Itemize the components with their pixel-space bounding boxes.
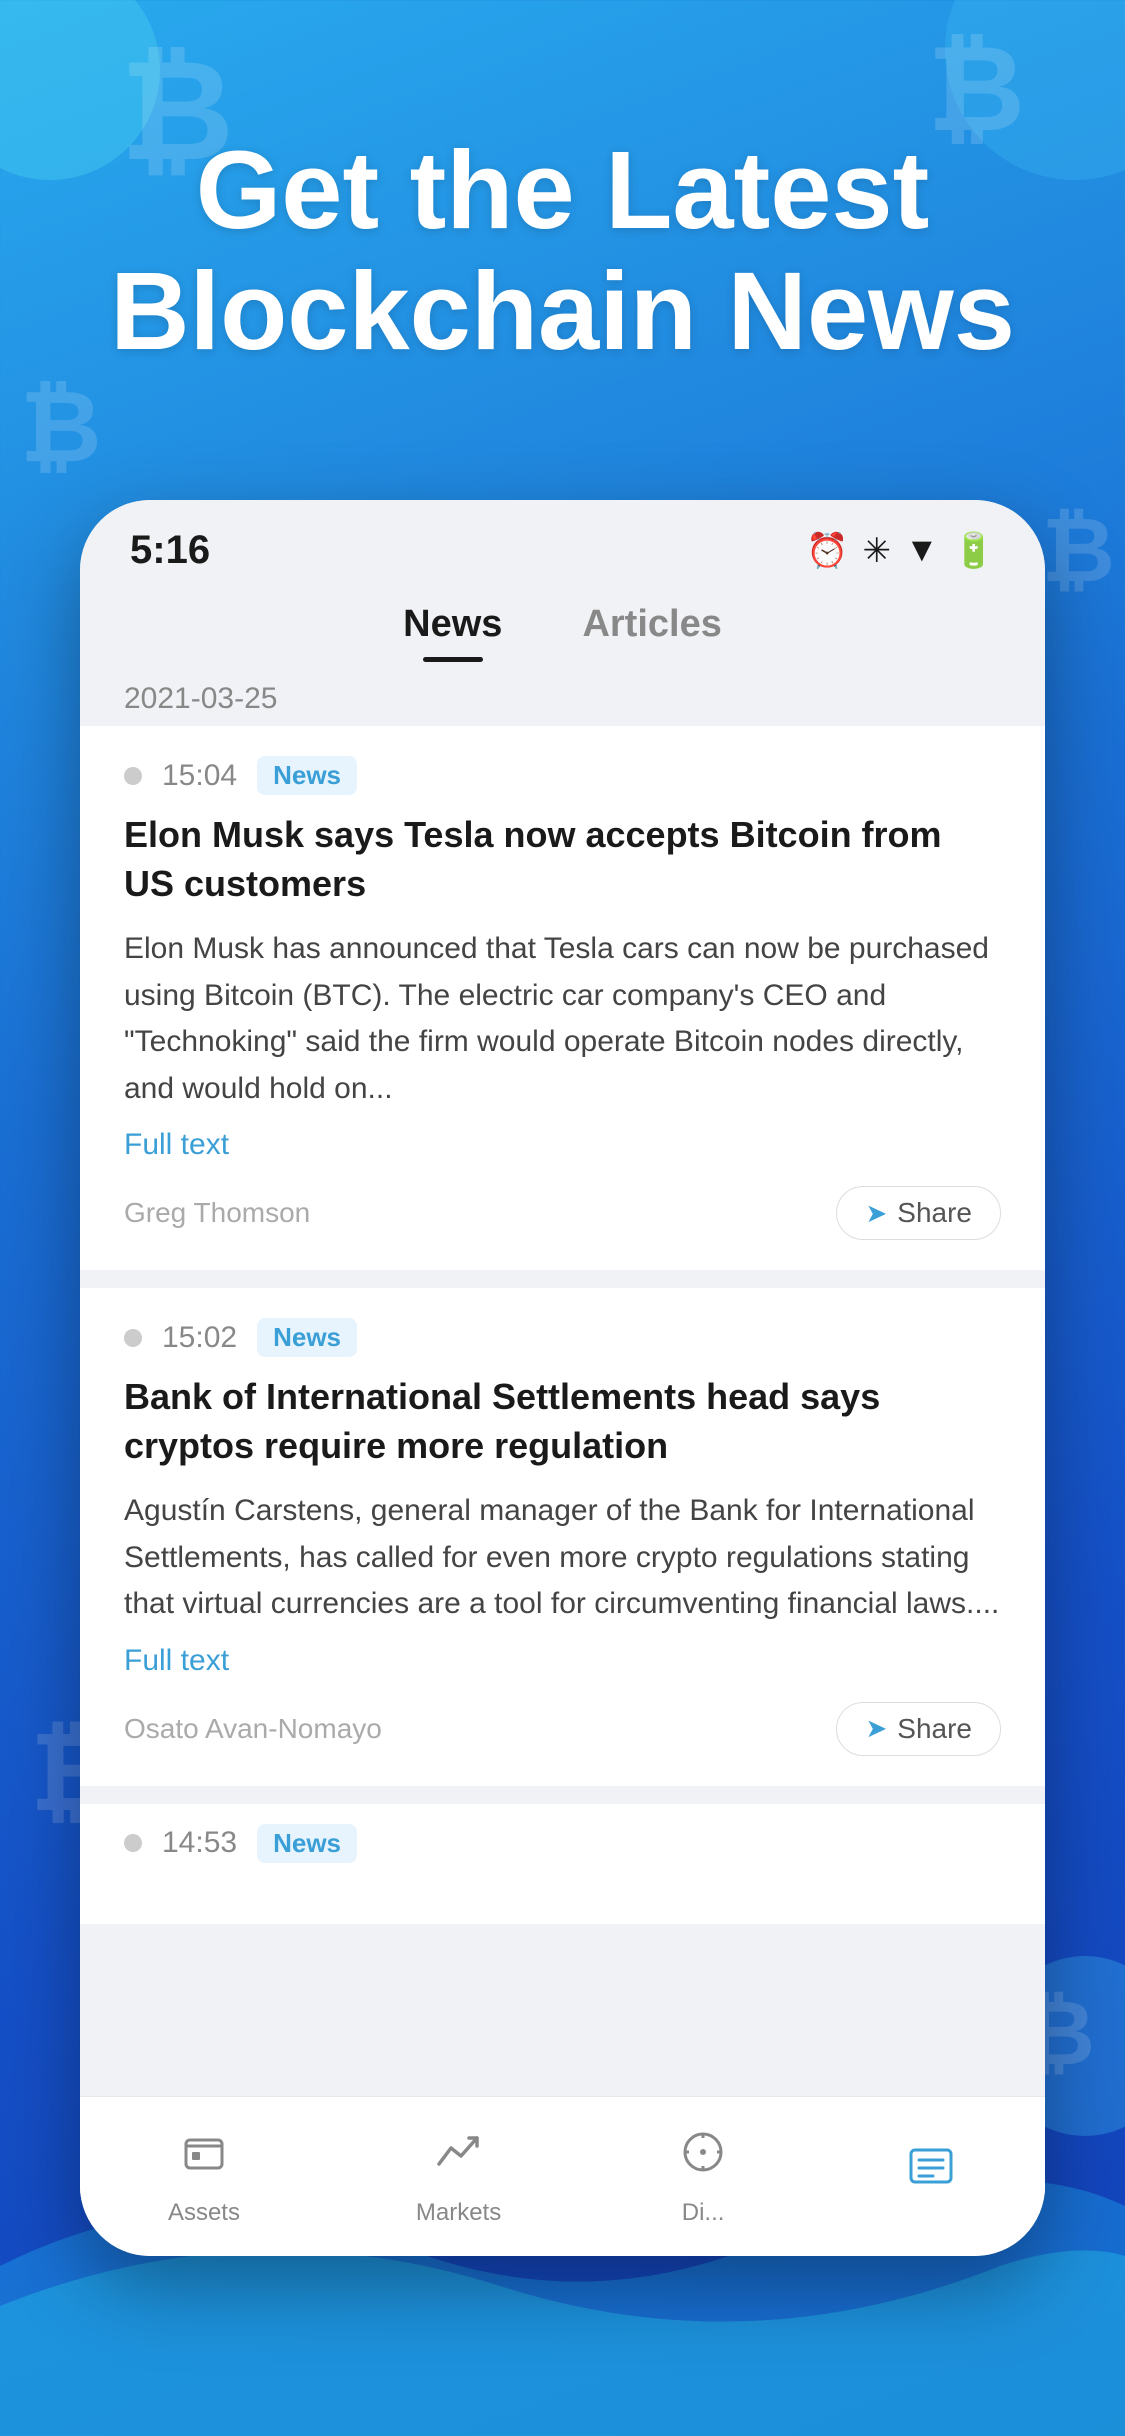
news-tag-2: News <box>257 1318 357 1357</box>
markets-label: Markets <box>416 2199 501 2227</box>
tab-news[interactable]: News <box>403 603 502 662</box>
bluetooth-icon: ✳ <box>863 531 892 571</box>
news-time-1: 15:04 <box>162 759 237 793</box>
news-dot-2 <box>124 1329 142 1347</box>
bg-icon-bitcoin-3: ₿ <box>20 370 102 485</box>
wifi-icon: ▼ <box>905 531 939 570</box>
discover-icon <box>677 2126 729 2191</box>
alarm-icon: ⏰ <box>806 531 848 571</box>
battery-icon: 🔋 <box>953 531 995 571</box>
hero-line1: Get the Latest <box>196 129 929 252</box>
hero-section: Get the Latest Blockchain News <box>0 130 1125 372</box>
hero-line2: Blockchain News <box>110 250 1015 373</box>
nav-news-tab[interactable] <box>905 2140 957 2213</box>
news-meta-1: 15:04 News <box>124 756 1001 795</box>
markets-icon <box>433 2126 485 2191</box>
status-icons: ⏰ ✳ ▼ 🔋 <box>806 531 995 571</box>
news-footer-2: Osato Avan-Nomayo ➤ Share <box>124 1702 1001 1756</box>
discover-label: Di... <box>682 2199 725 2227</box>
news-dot-1 <box>124 767 142 785</box>
news-meta-3: 14:53 News <box>124 1824 1001 1863</box>
news-fulltext-1[interactable]: Full text <box>124 1128 1001 1162</box>
news-body-1: Elon Musk has announced that Tesla cars … <box>124 926 1001 1112</box>
news-item-2: 15:02 News Bank of International Settlem… <box>80 1288 1045 1786</box>
share-button-2[interactable]: ➤ Share <box>836 1702 1001 1756</box>
news-item-3-partial: 14:53 News <box>80 1804 1045 1924</box>
news-tag-1: News <box>257 756 357 795</box>
bottom-nav: Assets Markets D <box>80 2096 1045 2256</box>
news-time-2: 15:02 <box>162 1321 237 1355</box>
bg-icon-bitcoin-4: ₿ <box>1042 500 1115 603</box>
news-title-2: Bank of International Settlements head s… <box>124 1373 1001 1470</box>
news-dot-3 <box>124 1834 142 1852</box>
news-item-1: 15:04 News Elon Musk says Tesla now acce… <box>80 726 1045 1270</box>
share-icon-1: ➤ <box>865 1198 887 1229</box>
status-bar: 5:16 ⏰ ✳ ▼ 🔋 <box>80 500 1045 583</box>
share-button-1[interactable]: ➤ Share <box>836 1186 1001 1240</box>
assets-label: Assets <box>168 2199 240 2227</box>
assets-icon <box>178 2126 230 2191</box>
tabs-bar: News Articles <box>80 583 1045 662</box>
status-time: 5:16 <box>130 528 210 573</box>
tab-articles[interactable]: Articles <box>582 603 721 662</box>
nav-markets[interactable]: Markets <box>416 2126 501 2227</box>
news-author-1: Greg Thomson <box>124 1197 310 1229</box>
news-time-3: 14:53 <box>162 1826 237 1860</box>
phone-mockup: 5:16 ⏰ ✳ ▼ 🔋 News Articles 2021-03-25 15… <box>80 500 1045 2256</box>
nav-assets[interactable]: Assets <box>168 2126 240 2227</box>
news-body-2: Agustín Carstens, general manager of the… <box>124 1488 1001 1628</box>
date-header: 2021-03-25 <box>80 662 1045 726</box>
content-area: 2021-03-25 15:04 News Elon Musk says Tes… <box>80 662 1045 2198</box>
news-footer-1: Greg Thomson ➤ Share <box>124 1186 1001 1240</box>
news-title-1: Elon Musk says Tesla now accepts Bitcoin… <box>124 811 1001 908</box>
news-tag-3: News <box>257 1824 357 1863</box>
news-author-2: Osato Avan-Nomayo <box>124 1713 382 1745</box>
nav-discover[interactable]: Di... <box>677 2126 729 2227</box>
hero-title: Get the Latest Blockchain News <box>60 130 1065 372</box>
share-icon-2: ➤ <box>865 1713 887 1744</box>
news-fulltext-2[interactable]: Full text <box>124 1644 1001 1678</box>
news-nav-icon <box>905 2140 957 2205</box>
news-meta-2: 15:02 News <box>124 1318 1001 1357</box>
